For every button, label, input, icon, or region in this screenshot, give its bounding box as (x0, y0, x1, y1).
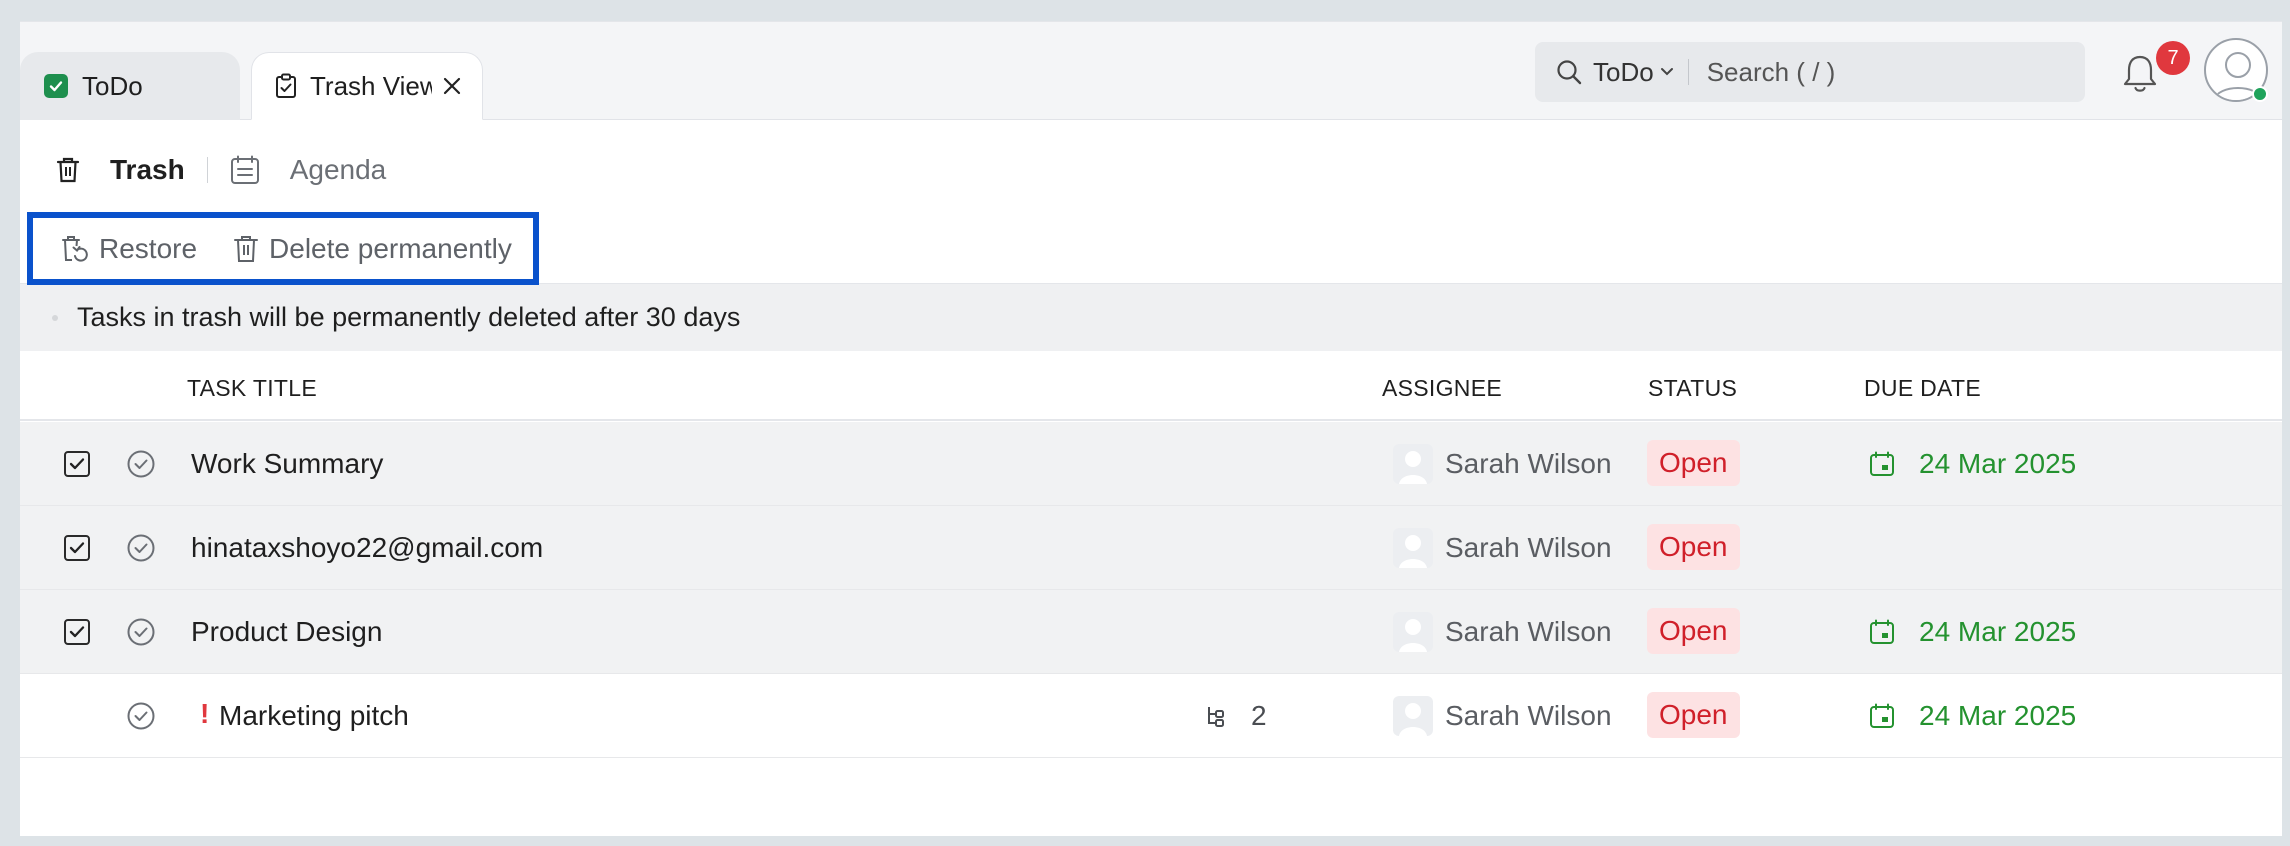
tab-todo-label: ToDo (82, 70, 143, 101)
app-window: ToDo Trash View ToDo Search ( / ) 7 Tras… (20, 21, 2282, 836)
assignee-avatar (1393, 612, 1433, 652)
top-bar: ToDo Trash View ToDo Search ( / ) 7 (20, 22, 2282, 120)
notification-badge: 7 (2156, 41, 2190, 75)
online-status-dot (2252, 86, 2268, 102)
complete-task-icon[interactable] (126, 533, 156, 570)
trash-retention-notice: Tasks in trash will be permanently delet… (20, 283, 2282, 351)
view-agenda-label: Agenda (289, 154, 387, 185)
status-badge[interactable]: Open (1647, 692, 1740, 738)
calendar-icon (1869, 703, 1907, 729)
assignee-name[interactable]: Sarah Wilson (1445, 700, 1612, 732)
tab-trash-view[interactable]: Trash View (251, 52, 483, 120)
view-agenda[interactable]: Agenda (230, 154, 387, 186)
task-title[interactable]: Marketing pitch (219, 700, 409, 732)
table-header: TASK TITLE ASSIGNEE STATUS DUE DATE (20, 351, 2282, 421)
status-badge[interactable]: Open (1647, 608, 1740, 654)
calendar-icon (1869, 451, 1907, 477)
complete-task-icon[interactable] (126, 617, 156, 654)
subtask-icon (1205, 704, 1239, 728)
calendar-icon (1869, 619, 1907, 645)
notice-bullet (52, 314, 58, 321)
assignee-avatar (1393, 528, 1433, 568)
search-divider (1687, 59, 1689, 85)
delete-permanently-label: Delete permanently (269, 232, 512, 264)
column-task-title[interactable]: TASK TITLE (187, 375, 317, 402)
tab-todo[interactable]: ToDo (20, 52, 240, 120)
tab-trash-view-label: Trash View (310, 70, 432, 101)
restore-icon (61, 234, 99, 264)
column-due-date[interactable]: DUE DATE (1864, 375, 1981, 402)
complete-task-icon[interactable] (126, 449, 156, 486)
agenda-icon (230, 155, 274, 185)
table-row[interactable]: Work Summary Sarah Wilson Open 24 Mar 20… (20, 422, 2282, 506)
view-trash[interactable]: Trash (56, 154, 185, 186)
task-title[interactable]: Work Summary (191, 448, 383, 480)
due-date-text: 24 Mar 2025 (1919, 700, 2077, 731)
table-row[interactable]: ! Marketing pitch 2 Sarah Wilson Open 24… (20, 674, 2282, 758)
status-badge[interactable]: Open (1647, 440, 1740, 486)
assignee-name[interactable]: Sarah Wilson (1445, 616, 1612, 648)
trash-action-bar: Restore Delete permanently (27, 212, 539, 285)
table-row[interactable]: hinataxshoyo22@gmail.com Sarah Wilson Op… (20, 506, 2282, 590)
clipboard-check-icon (274, 73, 298, 99)
trash-icon (233, 234, 269, 264)
restore-label: Restore (99, 232, 198, 264)
due-date[interactable]: 24 Mar 2025 (1869, 700, 2076, 732)
assignee-avatar (1393, 444, 1433, 484)
due-date[interactable]: 24 Mar 2025 (1869, 616, 2076, 648)
todo-check-icon (44, 74, 68, 98)
notice-text: Tasks in trash will be permanently delet… (77, 302, 741, 332)
subtask-count[interactable]: 2 (1205, 700, 1267, 732)
assignee-name[interactable]: Sarah Wilson (1445, 448, 1612, 480)
view-separator (206, 157, 208, 183)
column-status[interactable]: STATUS (1648, 375, 1737, 402)
task-title[interactable]: Product Design (191, 616, 382, 648)
search-scope-label: ToDo (1593, 56, 1654, 87)
restore-button[interactable]: Restore (61, 233, 197, 265)
search-input[interactable]: Search ( / ) (1707, 57, 1836, 88)
assignee-name[interactable]: Sarah Wilson (1445, 532, 1612, 564)
delete-permanently-button[interactable]: Delete permanently (233, 233, 512, 265)
row-checkbox[interactable] (64, 619, 90, 645)
screen-frame: ToDo Trash View ToDo Search ( / ) 7 Tras… (0, 0, 2290, 846)
assignee-avatar (1393, 696, 1433, 736)
row-checkbox[interactable] (64, 451, 90, 477)
due-date[interactable]: 24 Mar 2025 (1869, 448, 2076, 480)
row-checkbox[interactable] (64, 535, 90, 561)
table-row[interactable]: Product Design Sarah Wilson Open 24 Mar … (20, 590, 2282, 674)
subtask-count-text: 2 (1251, 700, 1267, 731)
view-trash-label: Trash (110, 154, 185, 185)
trash-icon (56, 156, 94, 184)
due-date-text: 24 Mar 2025 (1919, 616, 2077, 647)
column-assignee[interactable]: ASSIGNEE (1382, 375, 1502, 402)
complete-task-icon[interactable] (126, 701, 156, 738)
global-search[interactable]: ToDo Search ( / ) (1535, 42, 2085, 102)
view-switcher: Trash Agenda (56, 148, 386, 192)
search-icon (1555, 58, 1583, 86)
search-scope-dropdown[interactable]: ToDo (1593, 57, 1674, 88)
task-title[interactable]: hinataxshoyo22@gmail.com (191, 532, 543, 564)
due-date-text: 24 Mar 2025 (1919, 448, 2077, 479)
status-badge[interactable]: Open (1647, 524, 1740, 570)
priority-indicator: ! (200, 698, 210, 729)
close-tab-icon[interactable] (440, 74, 464, 98)
chevron-down-icon (1660, 67, 1674, 77)
